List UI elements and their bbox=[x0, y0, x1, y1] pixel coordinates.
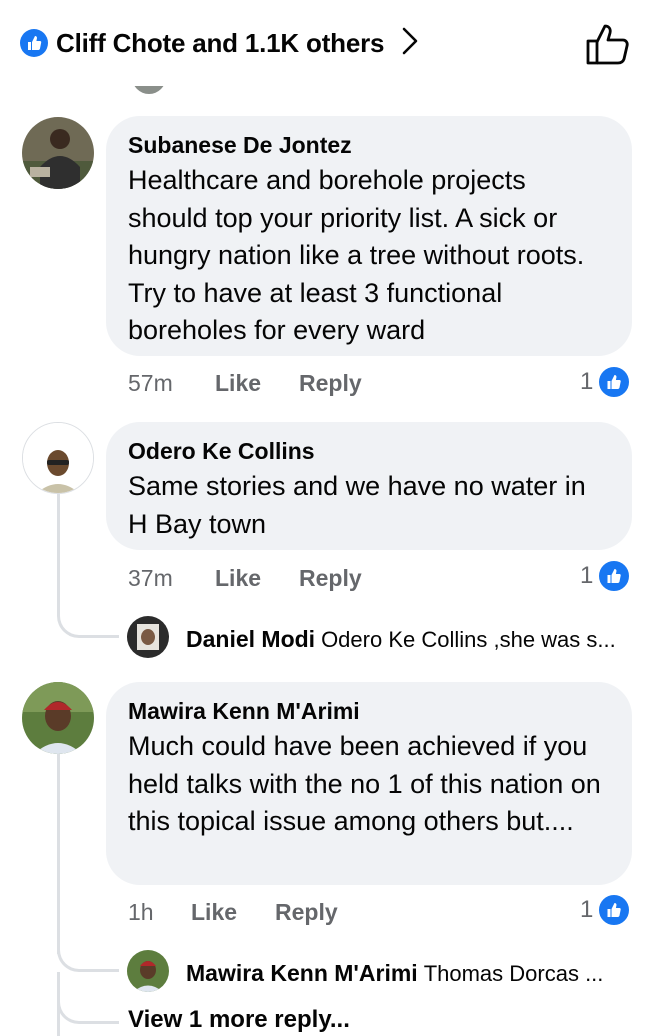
reaction-count: 1 bbox=[580, 896, 594, 923]
comment-bubble: Mawira Kenn M'Arimi Much could have been… bbox=[106, 682, 632, 885]
profile-photo-odero bbox=[23, 423, 93, 493]
reactions-header: Cliff Chote and 1.1K others bbox=[0, 0, 654, 86]
reaction-count: 1 bbox=[580, 562, 594, 589]
reply-author-avatar[interactable] bbox=[127, 950, 169, 992]
reply-author: Mawira Kenn M'Arimi bbox=[186, 960, 418, 986]
like-comment-button[interactable]: Like bbox=[215, 565, 299, 592]
comment-bubble: Odero Ke Collins Same stories and we hav… bbox=[106, 422, 632, 550]
profile-photo-mawira-small bbox=[127, 950, 169, 992]
commenter-avatar[interactable] bbox=[22, 682, 94, 754]
reactions-summary-text: Cliff Chote and 1.1K others bbox=[56, 27, 385, 58]
like-reaction-icon bbox=[597, 893, 632, 927]
comment-text: Healthcare and borehole projects should … bbox=[128, 165, 585, 345]
comment-bubble: Subanese De Jontez Healthcare and boreho… bbox=[106, 116, 632, 356]
reaction-count: 1 bbox=[580, 368, 594, 395]
reply-thread-connector bbox=[57, 990, 119, 1024]
comment-reactions[interactable]: 1 bbox=[580, 365, 632, 399]
comment-author[interactable]: Odero Ke Collins bbox=[128, 436, 612, 466]
comment-text: Much could have been achieved if you hel… bbox=[128, 731, 601, 836]
reply-thread-line bbox=[57, 494, 60, 574]
comment-actions: 1h Like Reply bbox=[128, 895, 338, 929]
commenter-avatar[interactable] bbox=[22, 422, 94, 494]
like-reaction-icon bbox=[20, 29, 48, 57]
comment-timestamp[interactable]: 1h bbox=[128, 899, 191, 926]
profile-photo-subanese bbox=[22, 117, 94, 189]
comment-timestamp[interactable]: 57m bbox=[128, 370, 215, 397]
reply-comment-button[interactable]: Reply bbox=[299, 565, 362, 592]
profile-photo-daniel bbox=[127, 616, 169, 658]
reply-preview[interactable]: Mawira Kenn M'Arimi Thomas Dorcas ... bbox=[186, 958, 636, 989]
comment-reactions[interactable]: 1 bbox=[580, 559, 632, 593]
reply-thread-connector bbox=[57, 574, 119, 638]
like-reaction-icon bbox=[597, 365, 632, 399]
reply-author: Daniel Modi bbox=[186, 626, 316, 652]
profile-photo-mawira bbox=[22, 682, 94, 754]
comment-author[interactable]: Mawira Kenn M'Arimi bbox=[128, 696, 612, 726]
like-reaction-icon bbox=[597, 559, 632, 593]
thumbs-up-outline-icon bbox=[586, 24, 629, 65]
like-post-button[interactable] bbox=[584, 22, 630, 66]
reactions-summary-link[interactable]: Cliff Chote and 1.1K others bbox=[20, 24, 418, 62]
reply-text: Thomas Dorcas ... bbox=[423, 961, 604, 986]
reply-thread-connector bbox=[57, 940, 119, 972]
view-more-replies-link[interactable]: View 1 more reply... bbox=[128, 1006, 350, 1034]
like-comment-button[interactable]: Like bbox=[215, 370, 299, 397]
comment-author[interactable]: Subanese De Jontez bbox=[128, 130, 612, 160]
comment-reactions[interactable]: 1 bbox=[580, 893, 632, 927]
commenter-avatar[interactable] bbox=[22, 117, 94, 189]
reply-comment-button[interactable]: Reply bbox=[299, 370, 362, 397]
reply-preview[interactable]: Daniel Modi Odero Ke Collins ,she was s..… bbox=[186, 624, 636, 655]
reply-thread-line bbox=[57, 754, 60, 954]
chevron-right-icon bbox=[402, 27, 418, 60]
reply-comment-button[interactable]: Reply bbox=[275, 899, 338, 926]
comment-actions: 57m Like Reply bbox=[128, 366, 362, 400]
comment-timestamp[interactable]: 37m bbox=[128, 565, 215, 592]
comment-text: Same stories and we have no water in H B… bbox=[128, 471, 586, 539]
reply-author-avatar[interactable] bbox=[127, 616, 169, 658]
comment-actions: 37m Like Reply bbox=[128, 561, 362, 595]
reply-text: Odero Ke Collins ,she was s... bbox=[321, 627, 616, 652]
like-comment-button[interactable]: Like bbox=[191, 899, 275, 926]
